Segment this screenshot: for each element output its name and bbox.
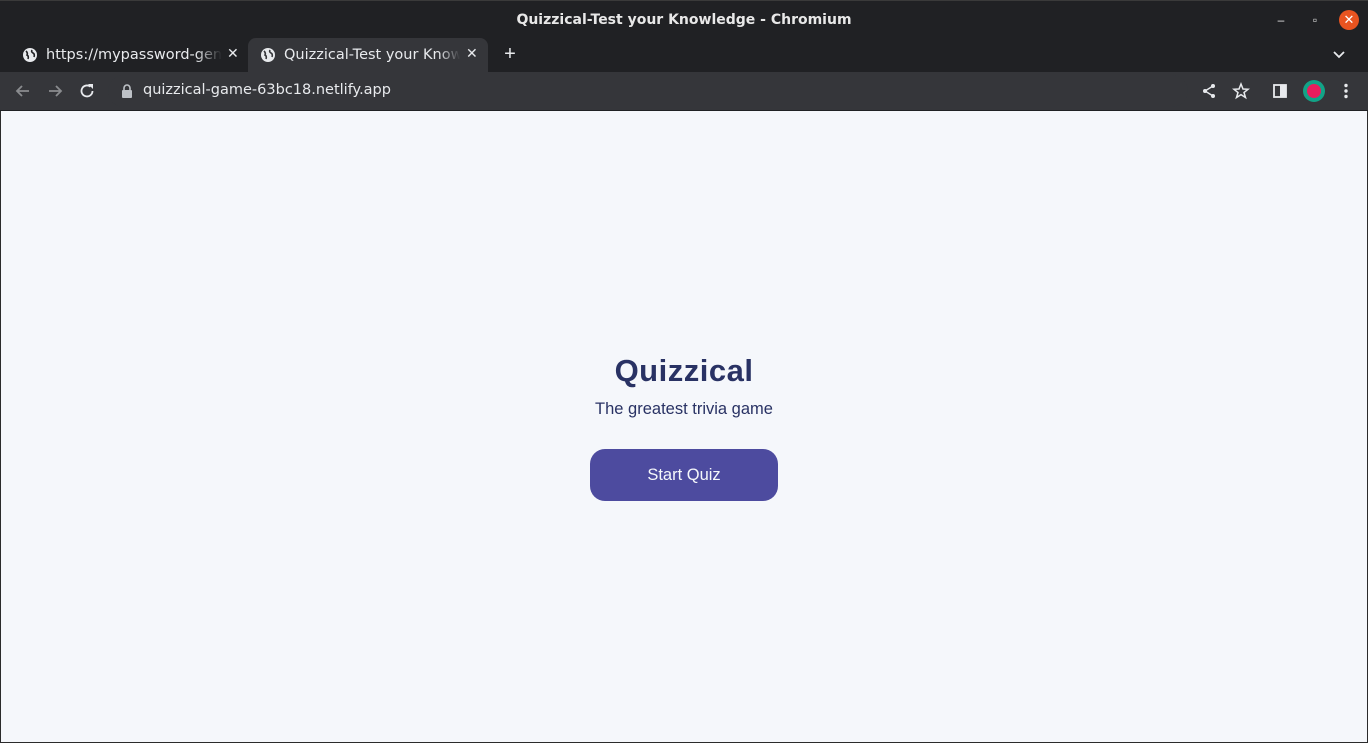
tab-quizzical[interactable]: Quizzical-Test your Knowledge ✕ [248, 38, 488, 72]
back-arrow-icon[interactable] [13, 81, 33, 101]
forward-arrow-icon[interactable] [45, 81, 65, 101]
more-menu-icon[interactable] [1336, 81, 1356, 101]
start-quiz-button[interactable]: Start Quiz [590, 449, 778, 501]
tab-password-generator[interactable]: https://mypassword-generator ✕ [10, 38, 246, 72]
bookmark-star-icon[interactable] [1231, 81, 1251, 101]
close-window-button[interactable]: ✕ [1339, 10, 1359, 30]
tab-close-icon[interactable]: ✕ [466, 46, 478, 62]
side-panel-icon[interactable] [1270, 81, 1290, 101]
minimize-button[interactable]: – [1272, 11, 1290, 29]
reload-icon[interactable] [77, 81, 97, 101]
window-border-left [0, 111, 1, 743]
globe-icon [261, 48, 275, 62]
share-icon[interactable] [1199, 81, 1219, 101]
maximize-button[interactable]: ▫ [1306, 11, 1324, 29]
page-content: Quizzical The greatest trivia game Start… [1, 111, 1367, 742]
page-title: Quizzical [614, 353, 754, 388]
tab-strip: https://mypassword-generator ✕ Quizzical… [0, 38, 1368, 72]
tab-label: https://mypassword-generator [46, 47, 222, 63]
globe-icon [23, 48, 37, 62]
new-tab-button[interactable]: + [500, 44, 520, 64]
browser-toolbar: quizzical-game-63bc18.netlify.app [0, 72, 1368, 110]
chevron-down-icon[interactable] [1331, 46, 1347, 62]
window-titlebar: Quizzical-Test your Knowledge - Chromium… [0, 0, 1368, 38]
lock-icon[interactable] [120, 83, 134, 99]
window-title: Quizzical-Test your Knowledge - Chromium [516, 12, 852, 28]
tab-close-icon[interactable]: ✕ [227, 46, 239, 62]
url-text[interactable]: quizzical-game-63bc18.netlify.app [143, 82, 391, 98]
page-subtitle: The greatest trivia game [595, 400, 773, 418]
profile-avatar[interactable] [1303, 80, 1325, 102]
tab-label: Quizzical-Test your Knowledge [284, 47, 460, 63]
